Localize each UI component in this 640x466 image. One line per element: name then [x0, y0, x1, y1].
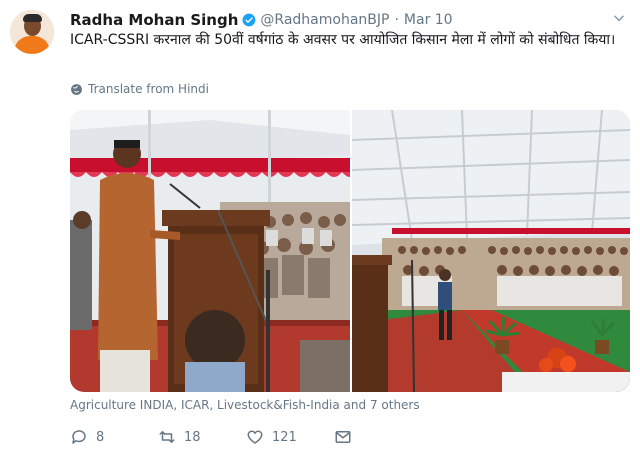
photo-audience[interactable]: [352, 110, 630, 392]
translate-label[interactable]: Translate from Hindi: [88, 82, 209, 96]
photo-speaker[interactable]: [70, 110, 350, 392]
tweet-media[interactable]: [70, 110, 630, 392]
retweet-button[interactable]: 18: [158, 428, 246, 446]
avatar[interactable]: [10, 10, 54, 54]
tweet-text: ICAR-CSSRI करनाल की 50वीं वर्षगांठ के अव…: [70, 32, 616, 48]
like-button[interactable]: 121: [246, 428, 334, 446]
globe-icon: [71, 83, 82, 95]
author-handle[interactable]: @RadhamohanBJP: [260, 12, 389, 28]
chevron-down-icon[interactable]: [612, 11, 626, 25]
tweet-actions: 8 18 121: [70, 428, 360, 446]
reply-button[interactable]: 8: [70, 428, 158, 446]
tweet-date[interactable]: Mar 10: [404, 12, 453, 28]
like-count: 121: [272, 429, 297, 445]
envelope-icon: [335, 431, 351, 443]
tagged-accounts[interactable]: Agriculture INDIA, ICAR, Livestock&Fish-…: [70, 398, 420, 412]
tweet[interactable]: Radha Mohan Singh @RadhamohanBJP · Mar 1…: [0, 0, 640, 466]
translate-link[interactable]: Translate from Hindi: [70, 82, 209, 96]
heart-icon: [247, 430, 263, 444]
separator: ·: [394, 12, 399, 28]
tweet-header: Radha Mohan Singh @RadhamohanBJP · Mar 1…: [70, 10, 453, 30]
retweet-icon: [159, 431, 175, 443]
retweet-count: 18: [184, 429, 201, 445]
reply-icon: [72, 430, 86, 444]
author-name[interactable]: Radha Mohan Singh: [70, 11, 238, 29]
direct-message-button[interactable]: [334, 428, 360, 446]
reply-count: 8: [96, 429, 105, 445]
verified-badge-icon: [242, 13, 256, 27]
